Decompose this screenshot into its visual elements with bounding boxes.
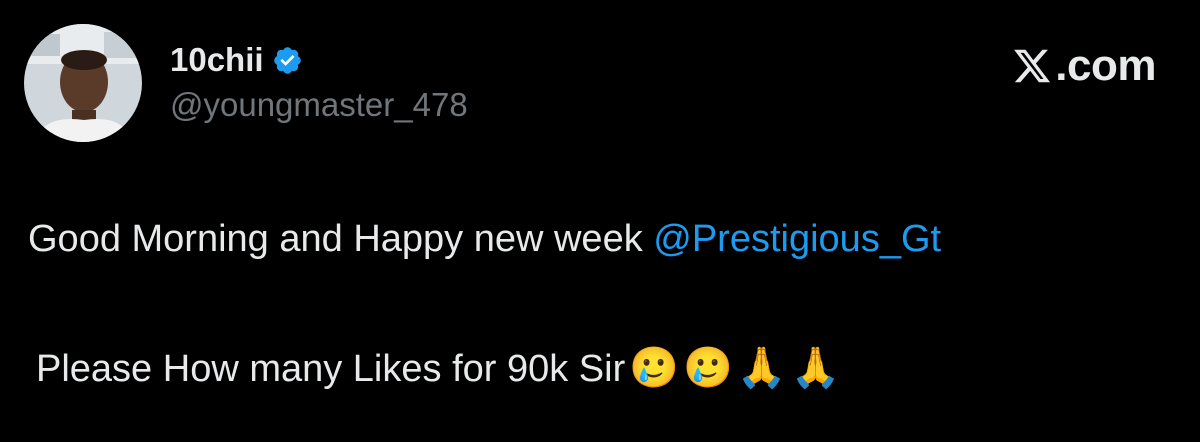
tweet-question: Please How many Likes for 90k Sir <box>36 348 626 390</box>
brand-domain-text: .com <box>1055 41 1156 90</box>
folded-hands-emoji: 🙏 <box>736 345 787 391</box>
tweet-text-line-1: Good Morning and Happy new week @Prestig… <box>28 218 941 261</box>
author-name-row: 10chii <box>170 38 303 82</box>
profile-photo-icon <box>24 24 142 142</box>
x-logo-icon <box>1011 46 1053 86</box>
author-display-name[interactable]: 10chii <box>170 41 264 79</box>
smiling-tear-emoji: 🥲 <box>683 345 733 391</box>
tweet-greeting: Good Morning and Happy new week <box>28 218 654 260</box>
avatar[interactable] <box>24 24 142 142</box>
brand-watermark: .com <box>1011 40 1156 92</box>
author-handle[interactable]: @youngmaster_478 <box>170 86 468 124</box>
tweet-text-line-2: Please How many Likes for 90k Sir 🥲 🥲 🙏 🙏 <box>36 344 841 391</box>
folded-hands-emoji: 🙏 <box>790 345 841 391</box>
mention-link[interactable]: @Prestigious_Gt <box>653 218 941 260</box>
verified-badge-icon <box>272 45 303 76</box>
smiling-tear-emoji: 🥲 <box>629 345 680 391</box>
